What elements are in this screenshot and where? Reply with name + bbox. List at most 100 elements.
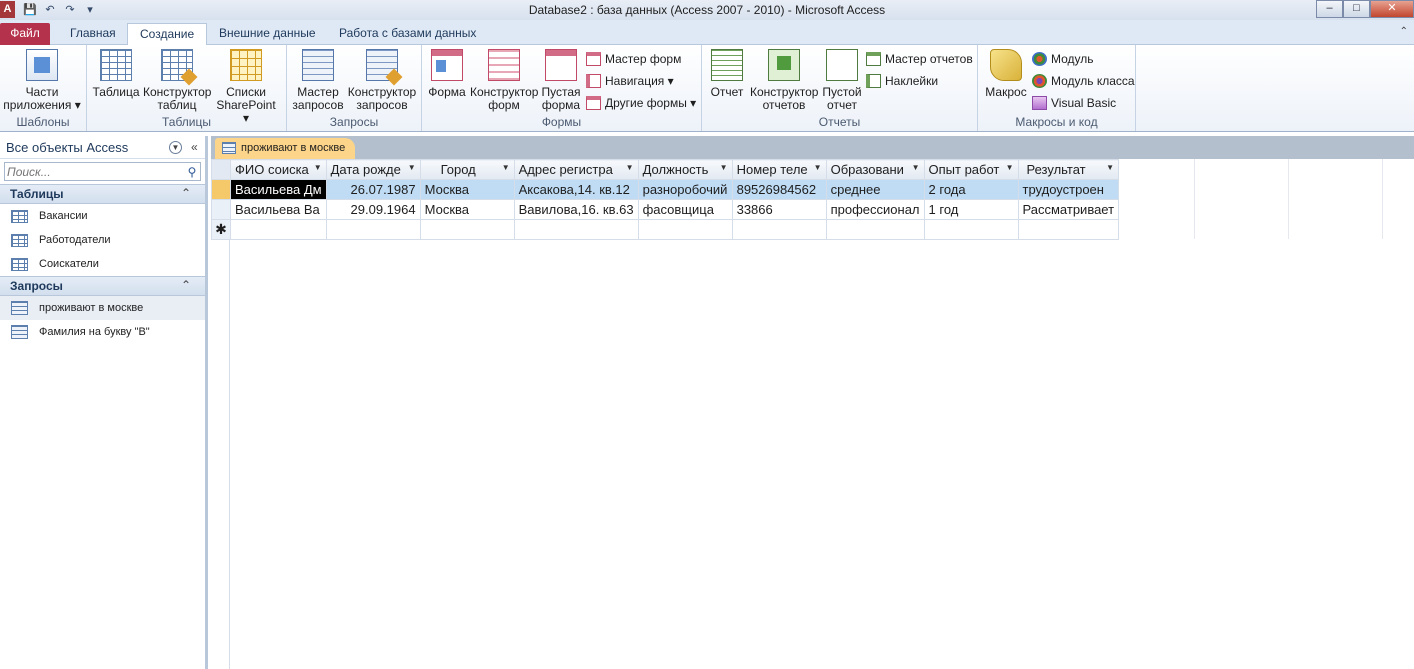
column-header[interactable]: Дата рожде ▼ xyxy=(325,159,421,180)
table-cell[interactable] xyxy=(419,219,515,240)
blank-report-button[interactable]: Пустой отчет xyxy=(820,49,864,112)
table-cell[interactable]: Рассматривает xyxy=(1017,199,1120,220)
module-button[interactable]: Модуль xyxy=(1032,50,1094,68)
report-design-icon xyxy=(768,49,800,81)
table-cell[interactable]: 29.09.1964 xyxy=(325,199,421,220)
table-cell[interactable]: профессионал xyxy=(825,199,925,220)
nav-item-query[interactable]: проживают в москве xyxy=(0,296,205,320)
table-row[interactable]: Васильева Дм 26.07.1987 Москва Аксакова,… xyxy=(211,179,1120,200)
nav-item-query[interactable]: Фамилия на букву "В" xyxy=(0,320,205,344)
table-cell[interactable]: Москва xyxy=(419,179,515,200)
nav-item-table[interactable]: Работодатели xyxy=(0,228,205,252)
tab-home[interactable]: Главная xyxy=(58,23,128,45)
table-cell[interactable]: Москва xyxy=(419,199,515,220)
column-header[interactable]: Номер теле ▼ xyxy=(731,159,827,180)
chevron-down-icon[interactable]: ▼ xyxy=(169,141,182,154)
close-button[interactable]: ✕ xyxy=(1370,0,1414,18)
table-cell[interactable]: 33866 xyxy=(731,199,827,220)
dropdown-arrow-icon: ▼ xyxy=(501,163,510,172)
table-cell[interactable] xyxy=(325,219,421,240)
table-cell[interactable]: трудоустроен xyxy=(1017,179,1120,200)
record-selector[interactable] xyxy=(211,179,231,200)
minimize-ribbon-icon[interactable]: ⌃ xyxy=(1400,26,1408,37)
group-label-forms: Формы xyxy=(541,115,582,129)
table-cell[interactable]: Васильева Дм xyxy=(230,179,327,200)
group-label-templates: Шаблоны xyxy=(16,115,70,129)
search-icon[interactable]: ⚲ xyxy=(184,165,200,179)
table-row[interactable]: Васильева Ва 29.09.1964 Москва Вавилова,… xyxy=(211,199,1120,220)
record-selector[interactable] xyxy=(211,199,231,220)
column-header[interactable]: Результат ▼ xyxy=(1017,159,1120,180)
table-cell[interactable]: Вавилова,16. кв.63 xyxy=(513,199,639,220)
table-cell[interactable]: 2 года xyxy=(923,179,1019,200)
table-cell[interactable]: Васильева Ва xyxy=(230,199,327,220)
dropdown-arrow-icon: ▼ xyxy=(911,163,920,172)
report-wizard-button[interactable]: Мастер отчетов xyxy=(866,50,973,68)
maximize-button[interactable]: □ xyxy=(1343,0,1370,18)
nav-search-input[interactable] xyxy=(5,163,184,180)
table-cell[interactable]: фасовщица xyxy=(637,199,733,220)
table-design-icon xyxy=(161,49,193,81)
report-button[interactable]: Отчет xyxy=(708,49,746,99)
select-all-corner[interactable] xyxy=(211,159,231,180)
nav-group-queries[interactable]: Запросы ⌃ xyxy=(0,276,205,296)
table-cell[interactable] xyxy=(513,219,639,240)
table-icon xyxy=(11,209,28,223)
table-cell[interactable] xyxy=(923,219,1019,240)
blank-form-button[interactable]: Пустая форма xyxy=(540,49,582,112)
table-cell[interactable]: среднее xyxy=(825,179,925,200)
table-cell[interactable] xyxy=(825,219,925,240)
group-label-tables: Таблицы xyxy=(161,115,211,129)
macro-button[interactable]: Макрос xyxy=(982,49,1030,99)
table-cell[interactable]: 26.07.1987 xyxy=(325,179,421,200)
table-cell[interactable] xyxy=(731,219,827,240)
column-header[interactable]: Адрес регистра ▼ xyxy=(513,159,639,180)
table-design-button[interactable]: Конструктор таблиц xyxy=(143,49,211,112)
table-cell[interactable]: 89526984562 xyxy=(731,179,827,200)
labels-icon xyxy=(866,74,881,88)
table-button[interactable]: Таблица xyxy=(92,49,140,99)
query-design-button[interactable]: Конструктор запросов xyxy=(347,49,417,112)
navigation-button[interactable]: Навигация ▾ xyxy=(586,72,674,90)
column-header[interactable]: Образовани ▼ xyxy=(825,159,925,180)
collapse-pane-icon[interactable]: « xyxy=(191,140,198,154)
tab-file[interactable]: Файл xyxy=(0,23,50,45)
report-design-button[interactable]: Конструктор отчетов xyxy=(750,49,818,112)
group-templates: Части приложения ▾ Шаблоны xyxy=(0,45,87,131)
dropdown-arrow-icon: ▼ xyxy=(313,163,322,172)
tab-create[interactable]: Создание xyxy=(127,23,208,46)
tab-database-tools[interactable]: Работа с базами данных xyxy=(327,23,488,45)
table-cell[interactable] xyxy=(230,219,327,240)
column-header[interactable]: Должность ▼ xyxy=(637,159,733,180)
collapse-group-icon: ⌃ xyxy=(180,278,191,292)
column-header[interactable]: Город ▼ xyxy=(419,159,515,180)
form-design-button[interactable]: Конструктор форм xyxy=(470,49,538,112)
nav-item-table[interactable]: Вакансии xyxy=(0,204,205,228)
form-button[interactable]: Форма xyxy=(428,49,466,99)
application-parts-icon xyxy=(26,49,58,81)
column-header[interactable]: ФИО соиска ▼ xyxy=(230,159,327,180)
table-cell[interactable]: разноробочий xyxy=(637,179,733,200)
more-forms-button[interactable]: Другие формы ▾ xyxy=(586,94,696,112)
query-wizard-button[interactable]: Мастер запросов xyxy=(291,49,345,112)
navigation-pane-header[interactable]: Все объекты Access ▼ « xyxy=(0,136,205,159)
table-cell[interactable] xyxy=(1017,219,1120,240)
tab-external-data[interactable]: Внешние данные xyxy=(207,23,328,45)
document-tab[interactable]: проживают в москве xyxy=(215,138,356,159)
dropdown-arrow-icon: ▼ xyxy=(407,163,416,172)
minimize-button[interactable]: – xyxy=(1316,0,1343,18)
table-cell[interactable]: 1 год xyxy=(923,199,1019,220)
sharepoint-lists-button[interactable]: Списки SharePoint ▾ xyxy=(213,49,279,125)
table-cell[interactable] xyxy=(637,219,733,240)
form-wizard-button[interactable]: Мастер форм xyxy=(586,50,681,68)
application-parts-button[interactable]: Части приложения ▾ xyxy=(2,49,82,112)
table-cell[interactable]: Аксакова,14. кв.12 xyxy=(513,179,639,200)
nav-item-table[interactable]: Соискатели xyxy=(0,252,205,276)
nav-group-tables[interactable]: Таблицы ⌃ xyxy=(0,184,205,204)
visual-basic-button[interactable]: Visual Basic xyxy=(1032,94,1116,112)
navigation-icon xyxy=(586,74,601,88)
column-header[interactable]: Опыт работ ▼ xyxy=(923,159,1019,180)
class-module-button[interactable]: Модуль класса xyxy=(1032,72,1135,90)
new-record-row[interactable]: ✱ xyxy=(211,219,1120,240)
labels-button[interactable]: Наклейки xyxy=(866,72,938,90)
